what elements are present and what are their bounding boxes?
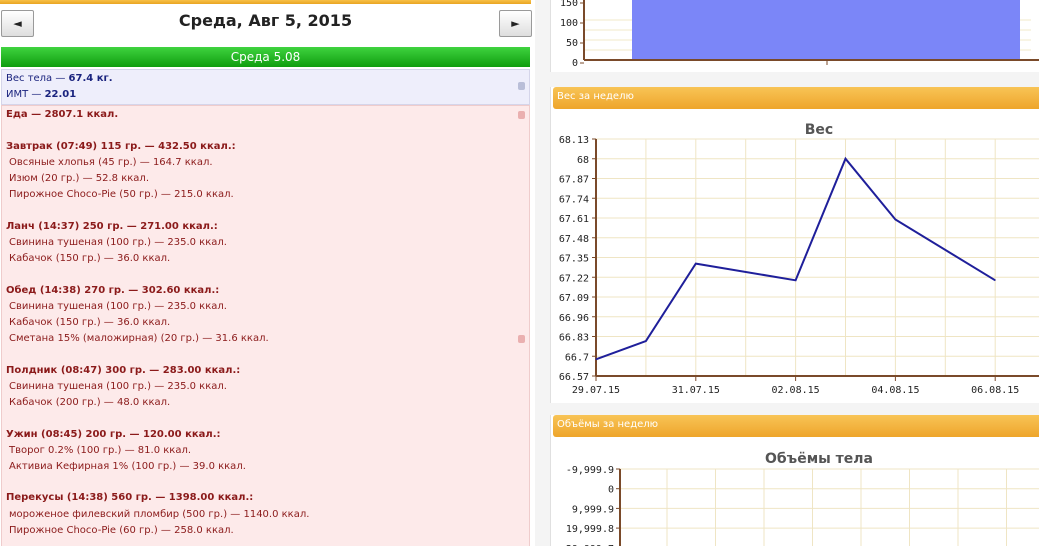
- meal-header[interactable]: Полдник (08:47) 300 гр. — 283.00 ккал.:: [6, 365, 240, 376]
- weight-label: Вес тела —: [6, 73, 69, 84]
- x-tick-label: 29.07.15: [572, 385, 620, 396]
- bmi-label: ИМТ —: [6, 89, 45, 100]
- y-tick-label: 67.35: [559, 254, 589, 265]
- meal-header[interactable]: Ланч (14:37) 250 гр. — 271.00 ккал.:: [6, 221, 218, 232]
- y-tick-label: 67.22: [559, 273, 589, 284]
- y-tick-label: 0: [572, 58, 578, 69]
- y-tick-label: 67.61: [559, 214, 589, 225]
- weight-value: 67.4 кг.: [68, 73, 113, 84]
- top-strip: [0, 0, 531, 4]
- x-tick-label: 04.08.15: [871, 385, 919, 396]
- meal-item[interactable]: Свинина тушеная (100 гр.) — 235.0 ккал.: [9, 301, 227, 312]
- y-tick-label: 68.13: [559, 135, 589, 146]
- weight-week-panel: Вес за неделю Вес 68.13 68 67.87 67.74 67.61…: [550, 87, 1039, 403]
- meal-item[interactable]: Пирожное Choco-Pie (60 гр.) — 258.0 ккал…: [9, 525, 234, 536]
- top-chart-panel: 150 100 50 0: [550, 0, 1039, 72]
- weight-chart-title: Вес: [805, 122, 833, 138]
- food-total: Еда — 2807.1 ккал.: [6, 109, 119, 120]
- edit-meal-icon[interactable]: [518, 335, 525, 343]
- y-tick-label: -9,999.9: [566, 465, 614, 476]
- edit-icon[interactable]: [518, 82, 525, 90]
- day-title: Среда, Авг 5, 2015: [178, 11, 353, 30]
- meal-item[interactable]: Творог 0.2% (100 гр.) — 81.0 ккал.: [9, 445, 191, 456]
- data-point: [645, 340, 647, 342]
- data-point: [894, 219, 896, 221]
- meal-item[interactable]: мороженое филевский пломбир (500 гр.) — …: [9, 509, 309, 520]
- y-tick-label: 66.7: [565, 352, 589, 363]
- volume-chart: Объёмы тела -9,999.909,999.919,999.829,9…: [566, 451, 1039, 546]
- meal-item[interactable]: Кабачок (150 гр.) — 36.0 ккал.: [9, 253, 170, 264]
- data-point: [994, 279, 996, 281]
- y-tick-label: 19,999.8: [566, 524, 614, 535]
- meal-item[interactable]: Кабачок (200 гр.) — 48.0 ккал.: [9, 397, 170, 408]
- y-tick-label: 50: [566, 38, 578, 49]
- x-tick-label: 02.08.15: [772, 385, 820, 396]
- meal-item[interactable]: Свинина тушеная (100 гр.) — 235.0 ккал.: [9, 381, 227, 392]
- data-point: [595, 358, 597, 360]
- meal-header[interactable]: Перекусы (14:38) 560 гр. — 1398.00 ккал.…: [6, 492, 253, 503]
- day-banner[interactable]: Среда 5.08: [1, 47, 530, 67]
- meal-item[interactable]: Активиа Кефирная 1% (100 гр.) — 39.0 кка…: [9, 461, 246, 472]
- y-tick-label: 67.87: [559, 175, 589, 186]
- bmi-line: ИМТ — 22.01: [6, 89, 76, 100]
- meal-header[interactable]: Обед (14:38) 270 гр. — 302.60 ккал.:: [6, 285, 219, 296]
- meal-header[interactable]: Завтрак (07:49) 115 гр. — 432.50 ккал.:: [6, 141, 236, 152]
- bmi-value: 22.01: [44, 89, 77, 100]
- meal-item[interactable]: Свинина тушеная (100 гр.) — 235.0 ккал.: [9, 237, 227, 248]
- meal-item[interactable]: Овсяные хлопья (45 гр.) — 164.7 ккал.: [9, 157, 213, 168]
- prev-day-button[interactable]: ◄: [1, 10, 34, 37]
- column-divider: [535, 0, 550, 546]
- weight-line: Вес тела — 67.4 кг.: [6, 73, 113, 84]
- meal-item[interactable]: Сметана 15% (маложирная) (20 гр.) — 31.6…: [9, 333, 269, 344]
- body-metrics-box: Вес тела — 67.4 кг. ИМТ — 22.01: [1, 69, 530, 105]
- data-point: [795, 279, 797, 281]
- x-tick-label: 06.08.15: [971, 385, 1019, 396]
- meal-item[interactable]: Кабачок (150 гр.) — 36.0 ккал.: [9, 317, 170, 328]
- y-tick-label: 9,999.9: [572, 504, 614, 515]
- y-tick-label: 68: [577, 155, 589, 166]
- meal-item[interactable]: Пирожное Choco-Pie (50 гр.) — 215.0 ккал…: [9, 189, 234, 200]
- next-day-button[interactable]: ►: [499, 10, 532, 37]
- bar: [632, 0, 1020, 60]
- y-tick-label: 0: [608, 485, 614, 496]
- day-panel: ◄ Среда, Авг 5, 2015 ► Среда 5.08 Вес те…: [0, 0, 535, 546]
- y-tick-label: 67.74: [559, 194, 589, 205]
- y-tick-label: 66.96: [559, 313, 589, 324]
- y-tick-label: 66.57: [559, 372, 589, 383]
- y-tick-label: 150: [560, 0, 578, 9]
- y-tick-label: 100: [560, 18, 578, 29]
- meal-item[interactable]: Изюм (20 гр.) — 52.8 ккал.: [9, 173, 149, 184]
- x-tick-label: 31.07.15: [672, 385, 720, 396]
- y-tick-label: 67.48: [559, 234, 589, 245]
- edit-food-icon[interactable]: [518, 111, 525, 119]
- y-tick-label: 67.09: [559, 293, 589, 304]
- volume-chart-title: Объёмы тела: [765, 451, 873, 467]
- food-log: Еда — 2807.1 ккал. Завтрак (07:49) 115 г…: [1, 105, 530, 546]
- data-point: [845, 158, 846, 160]
- meal-header[interactable]: Ужин (08:45) 200 гр. — 120.00 ккал.:: [6, 429, 221, 440]
- volume-week-panel: Объёмы за неделю Объёмы тела -9,999.9 0 9,…: [550, 415, 1039, 546]
- y-tick-label: 66.83: [559, 333, 589, 344]
- data-point: [695, 263, 697, 265]
- weight-chart: Вес 68.13 68 67.87 67.74 67.61 67.48 67.35 67.2…: [559, 122, 1039, 396]
- top-bar-chart: 150 100 50 0: [560, 0, 1039, 69]
